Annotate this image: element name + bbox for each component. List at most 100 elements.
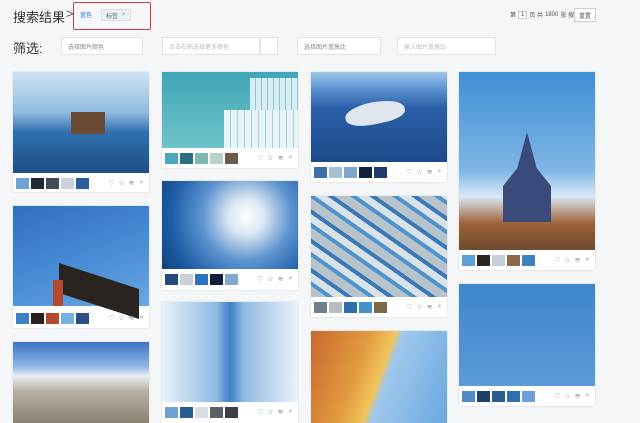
tag-filter-chip[interactable]: 标签 × (101, 9, 131, 21)
image-card[interactable]: ♡ ☆ ≋ ⌕ (162, 302, 298, 423)
whale-image[interactable] (311, 72, 447, 162)
glass-tower-image[interactable] (162, 302, 298, 402)
close-icon[interactable]: × (122, 12, 126, 18)
color-swatch[interactable] (46, 313, 59, 324)
color-swatch[interactable] (195, 153, 208, 164)
color-swatch[interactable] (195, 407, 208, 418)
color-swatch[interactable] (210, 153, 223, 164)
snow-mountain-image[interactable] (13, 342, 149, 423)
color-swatch[interactable] (344, 302, 357, 313)
color-swatch[interactable] (507, 391, 520, 402)
color-swatch[interactable] (314, 302, 327, 313)
color-swatch[interactable] (16, 313, 29, 324)
search-icon[interactable]: ⌕ (138, 179, 145, 187)
star-icon[interactable]: ☆ (564, 392, 571, 400)
color-swatch[interactable] (61, 178, 74, 189)
rss-icon[interactable]: ≋ (277, 154, 284, 162)
reset-button[interactable]: 重置 (574, 8, 596, 22)
rss-icon[interactable]: ≋ (128, 314, 135, 322)
color-swatch[interactable] (522, 391, 535, 402)
color-swatch[interactable] (165, 407, 178, 418)
color-swatch[interactable] (210, 407, 223, 418)
color-select[interactable]: 选择图片颜色 (61, 37, 143, 55)
color-swatch[interactable] (477, 391, 490, 402)
color-swatch[interactable] (462, 391, 475, 402)
color-swatch[interactable] (46, 178, 59, 189)
heart-icon[interactable]: ♡ (257, 275, 264, 283)
rss-icon[interactable]: ≋ (277, 408, 284, 416)
color-swatch[interactable] (374, 167, 387, 178)
color-swatch[interactable] (31, 178, 44, 189)
color-swatch[interactable] (359, 302, 372, 313)
color-swatch[interactable] (225, 274, 238, 285)
color-swatch[interactable] (225, 153, 238, 164)
image-card[interactable]: ♡ ☆ ≋ ⌕ (459, 72, 595, 270)
heart-icon[interactable]: ♡ (108, 314, 115, 322)
color-swatch[interactable] (210, 274, 223, 285)
image-card[interactable]: ♡ ☆ ≋ ⌕ (459, 284, 595, 406)
birds-sky-image[interactable] (459, 284, 595, 386)
rss-icon[interactable]: ≋ (128, 179, 135, 187)
color-filter-chip[interactable]: 蓝色 (80, 10, 92, 19)
image-card[interactable]: ♡ ☆ ≋ ⌕ (13, 72, 149, 192)
color-swatch[interactable] (16, 178, 29, 189)
red-building-image[interactable] (13, 206, 149, 319)
rss-icon[interactable]: ≋ (277, 275, 284, 283)
color-swatch[interactable] (61, 313, 74, 324)
color-swatch[interactable] (76, 178, 89, 189)
image-card[interactable]: ♡ ☆ ≋ ⌕ (311, 196, 447, 317)
color-swatch[interactable] (492, 255, 505, 266)
color-swatch[interactable] (165, 274, 178, 285)
heart-icon[interactable]: ♡ (257, 154, 264, 162)
color-swatch[interactable] (507, 255, 520, 266)
color-swatch[interactable] (329, 167, 342, 178)
star-icon[interactable]: ☆ (267, 408, 274, 416)
star-icon[interactable]: ☆ (416, 303, 423, 311)
image-card[interactable]: ♡ ☆ ≋ ⌕ (162, 72, 298, 168)
color-swatch[interactable] (225, 407, 238, 418)
star-icon[interactable]: ☆ (118, 314, 125, 322)
image-card[interactable]: ♡ ☆ ≋ ⌕ (162, 181, 298, 290)
star-icon[interactable]: ☆ (118, 179, 125, 187)
page-number-input[interactable]: 1 (517, 10, 528, 19)
color-swatch[interactable] (165, 153, 178, 164)
color-swatch[interactable] (344, 167, 357, 178)
color-swatch[interactable] (180, 274, 193, 285)
heart-icon[interactable]: ♡ (554, 256, 561, 264)
search-icon[interactable]: ⌕ (584, 392, 591, 400)
color-swatch[interactable] (31, 313, 44, 324)
heart-icon[interactable]: ♡ (554, 392, 561, 400)
rss-icon[interactable]: ≋ (426, 303, 433, 311)
sunbeam-clouds-image[interactable] (162, 181, 298, 269)
image-card[interactable] (13, 342, 149, 423)
ratio-input[interactable]: 输入图片宽高比 (397, 37, 496, 55)
color-swatch[interactable] (492, 391, 505, 402)
sky-building-image[interactable] (162, 72, 298, 148)
ratio-select[interactable]: 选择图片宽高比 (297, 37, 381, 55)
search-icon[interactable]: ⌕ (436, 303, 443, 311)
color-swatch[interactable] (195, 274, 208, 285)
color-swatch[interactable] (329, 302, 342, 313)
heart-icon[interactable]: ♡ (257, 408, 264, 416)
color-swatch[interactable] (180, 153, 193, 164)
orange-buildings-image[interactable] (311, 331, 447, 423)
image-card[interactable]: ♡ ☆ ≋ ⌕ (13, 206, 149, 328)
star-icon[interactable]: ☆ (267, 275, 274, 283)
lake-hut-image[interactable] (13, 72, 149, 173)
search-icon[interactable]: ⌕ (287, 275, 294, 283)
star-icon[interactable]: ☆ (564, 256, 571, 264)
color-swatch[interactable] (477, 255, 490, 266)
temple-image[interactable] (459, 72, 595, 250)
search-icon[interactable]: ⌕ (584, 256, 591, 264)
color-swatch[interactable] (374, 302, 387, 313)
image-card[interactable]: ♡ ☆ ≋ ⌕ (311, 72, 447, 182)
star-icon[interactable]: ☆ (267, 154, 274, 162)
heart-icon[interactable]: ♡ (406, 303, 413, 311)
rss-icon[interactable]: ≋ (574, 392, 581, 400)
rss-icon[interactable]: ≋ (574, 256, 581, 264)
color-swatch[interactable] (314, 167, 327, 178)
multi-color-input[interactable]: 点击右侧选择更多颜色 (162, 37, 260, 55)
color-swatch[interactable] (359, 167, 372, 178)
search-icon[interactable]: ⌕ (436, 168, 443, 176)
search-icon[interactable]: ⌕ (287, 408, 294, 416)
